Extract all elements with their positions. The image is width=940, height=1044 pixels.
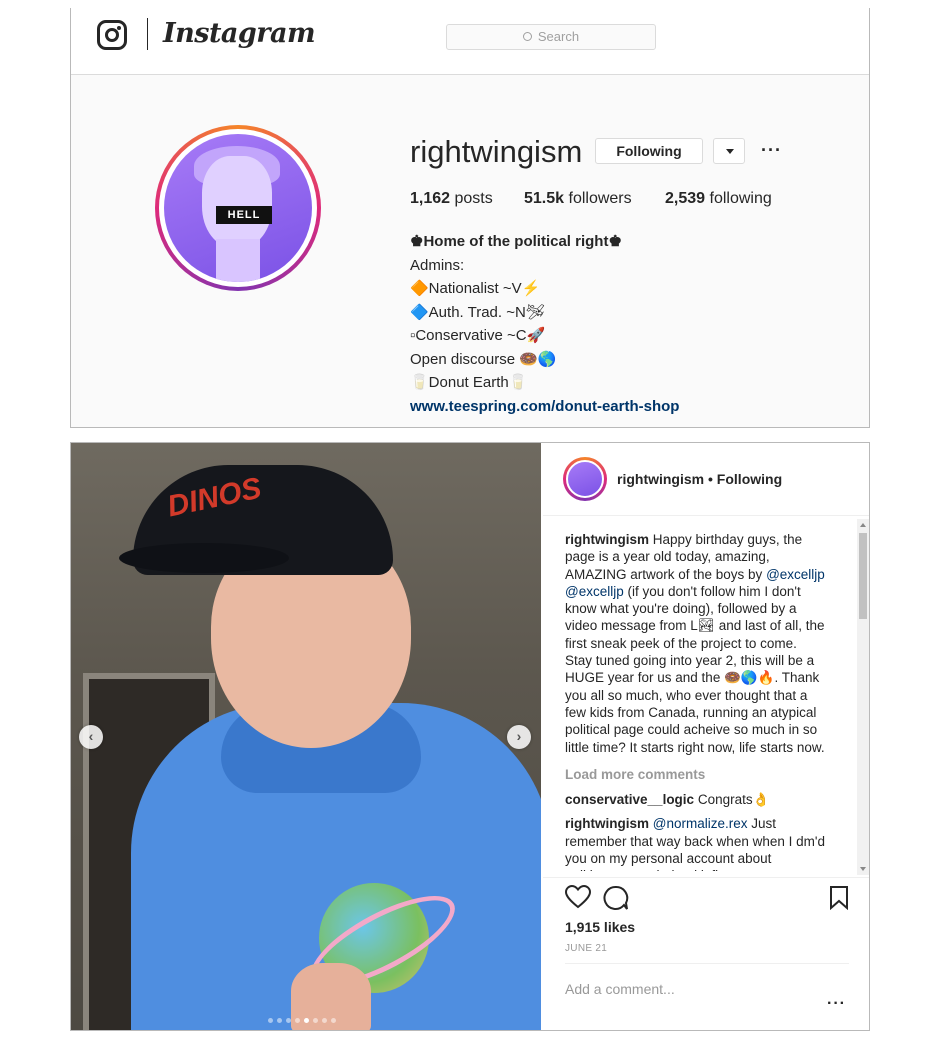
profile-panel: Instagram Search HELL rightwingism Follo… [70, 8, 870, 428]
bio-line: Open discourse 🍩🌎 [410, 350, 557, 368]
carousel-dot [295, 1018, 300, 1023]
caption-username[interactable]: rightwingism [565, 532, 649, 547]
caption-mention[interactable]: @excelljp [766, 567, 825, 582]
profile-bio: ♚Home of the political right♚ Admins: 🔶N… [410, 230, 679, 418]
video-cap-brim [119, 543, 289, 573]
search-input[interactable]: Search [446, 24, 656, 50]
post-header: rightwingism • Following [543, 443, 869, 516]
post-author-avatar[interactable] [566, 460, 604, 498]
post-author: rightwingism • Following [617, 471, 782, 487]
suggestions-dropdown-button[interactable] [713, 138, 745, 164]
caption-text-2: (if you don't follow him I don't know wh… [565, 583, 825, 755]
carousel-dot [331, 1018, 336, 1023]
avatar-hell-label: HELL [216, 206, 272, 224]
caption-mention[interactable]: @excelljp [565, 584, 624, 599]
post-author-follow-status[interactable]: • Following [708, 471, 782, 487]
following-stat[interactable]: 2,539 following [665, 190, 772, 208]
comment-username[interactable]: rightwingism [565, 816, 649, 831]
instagram-wordmark[interactable]: Instagram [163, 18, 316, 49]
post-video[interactable]: DINOS ‹ › [71, 443, 541, 1030]
profile-avatar[interactable]: HELL [164, 134, 312, 282]
comment-mention[interactable]: @normalize.rex [653, 816, 748, 831]
caption: rightwingism Happy birthday guys, the pa… [565, 531, 827, 756]
instagram-logo-icon[interactable] [97, 20, 127, 50]
carousel-next-button[interactable]: › [507, 725, 531, 749]
search-placeholder: Search [537, 29, 580, 44]
top-navigation-bar: Instagram Search [71, 8, 869, 75]
following-count: 2,539 [665, 190, 706, 207]
bio-website-link[interactable]: www.teespring.com/donut-earth-shop [410, 395, 679, 419]
post-panel: DINOS ‹ › rightwingism • Following right… [70, 442, 870, 1031]
save-bookmark-icon[interactable] [829, 886, 849, 910]
scroll-up-arrow[interactable] [860, 523, 866, 527]
carousel-dot [268, 1018, 273, 1023]
comment-divider [565, 963, 849, 964]
posts-stat: 1,162 posts [410, 190, 493, 208]
carousel-dot [286, 1018, 291, 1023]
carousel-indicator [266, 1010, 338, 1028]
followers-label: followers [568, 190, 632, 207]
comment-username[interactable]: conservative__logic [565, 792, 694, 807]
bio-line: 🔷Auth. Trad. ~N🛩 [410, 303, 545, 321]
comment-text: Congrats👌 [697, 792, 770, 808]
like-heart-icon[interactable] [565, 885, 591, 909]
posts-count: 1,162 [410, 190, 451, 207]
profile-username: rightwingism [410, 134, 583, 169]
load-more-comments-button[interactable]: Load more comments [565, 766, 827, 783]
carousel-prev-button[interactable]: ‹ [79, 725, 103, 749]
likes-count[interactable]: 1,915 likes [565, 919, 635, 935]
avatar-bust-neck [216, 239, 260, 282]
following-button[interactable]: Following [595, 138, 703, 164]
carousel-dot [304, 1018, 309, 1023]
post-actions [543, 877, 869, 998]
bio-line: 🔶Nationalist ~V⚡ [410, 280, 541, 297]
carousel-dot [277, 1018, 282, 1023]
bio-line: ▫Conservative ~C🚀 [410, 327, 546, 344]
following-label: following [709, 190, 772, 207]
bio-name: ♚Home of the political right♚ [410, 233, 622, 250]
post-more-options-icon[interactable]: ··· [827, 995, 846, 1013]
carousel-dot [322, 1018, 327, 1023]
post-author-username[interactable]: rightwingism [617, 471, 704, 487]
bio-line: 🥛Donut Earth🥛 [410, 374, 528, 391]
followers-count: 51.5k [524, 190, 565, 207]
comment-item: conservative__logic Congrats👌 [565, 791, 827, 808]
comments-scrollbar[interactable] [857, 519, 869, 875]
avatar-bust-head [202, 156, 272, 248]
comments-list[interactable]: rightwingism Happy birthday guys, the pa… [565, 531, 827, 871]
bio-line: Admins: [410, 256, 465, 274]
search-icon [522, 32, 532, 41]
comment-icon[interactable] [603, 885, 629, 911]
posts-label: posts [454, 190, 493, 207]
carousel-dot [313, 1018, 318, 1023]
add-comment-input[interactable]: Add a comment... [565, 981, 675, 997]
logo-divider [147, 18, 148, 50]
scroll-down-arrow[interactable] [860, 867, 866, 871]
post-sidebar: rightwingism • Following rightwingism Ha… [543, 443, 869, 1030]
post-date: JUNE 21 [565, 943, 608, 954]
comment-item: rightwingism @normalize.rex Just remembe… [565, 815, 827, 871]
more-options-icon[interactable]: ··· [761, 140, 782, 161]
scrollbar-thumb[interactable] [859, 533, 867, 619]
followers-stat[interactable]: 51.5k followers [524, 190, 632, 208]
